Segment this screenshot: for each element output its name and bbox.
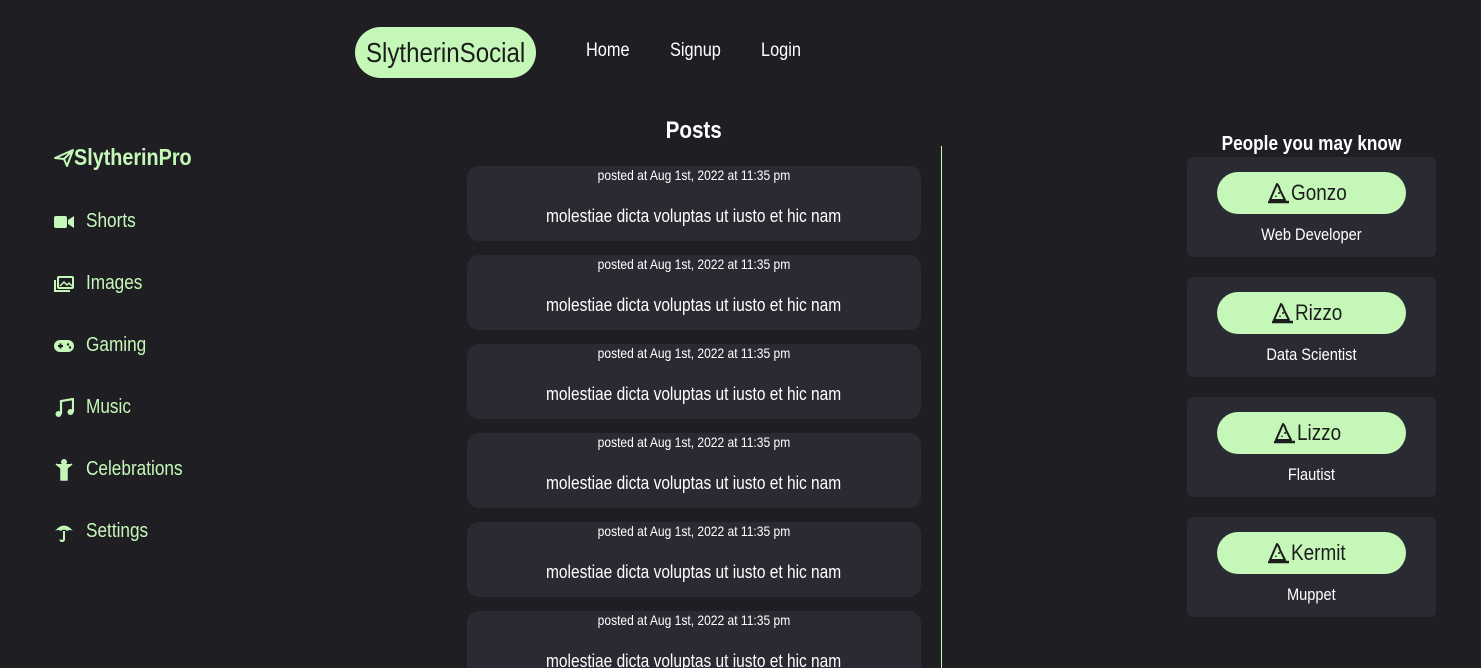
person-role: Data Scientist — [1266, 345, 1357, 364]
person-card: Rizzo Data Scientist — [1187, 277, 1436, 377]
sidebar-title-label: SlytherinPro — [74, 144, 192, 170]
sidebar-item-label: Images — [86, 272, 143, 294]
person-name: Lizzo — [1297, 420, 1342, 445]
person-role: Web Developer — [1261, 225, 1362, 244]
sidebar-item-images[interactable]: Images — [54, 272, 152, 295]
sidebar-title[interactable]: SlytherinPro — [54, 144, 211, 171]
paper-plane-icon — [54, 148, 74, 168]
wizard-hat-icon — [1272, 302, 1294, 324]
person-profile-button[interactable]: Gonzo — [1217, 172, 1406, 214]
posts-heading: Posts — [665, 117, 723, 144]
post-card[interactable]: posted at Aug 1st, 2022 at 11:35 pm mole… — [467, 522, 921, 597]
sidebar-item-shorts[interactable]: Shorts — [54, 210, 144, 233]
sidebar-item-label: Celebrations — [86, 458, 183, 480]
post-timestamp: posted at Aug 1st, 2022 at 11:35 pm — [597, 167, 791, 183]
person-name: Kermit — [1291, 540, 1346, 565]
nav-login-label: Login — [761, 40, 801, 61]
column-divider — [941, 146, 942, 668]
person-role: Flautist — [1287, 465, 1336, 484]
post-text: molestiae dicta voluptas ut iusto et hic… — [546, 384, 842, 404]
sidebar-item-celebrations[interactable]: Celebrations — [54, 458, 198, 481]
person-card: Kermit Muppet — [1187, 517, 1436, 617]
person-role: Muppet — [1287, 585, 1336, 604]
wizard-hat-icon — [1268, 542, 1290, 564]
post-timestamp: posted at Aug 1st, 2022 at 11:35 pm — [597, 523, 791, 539]
sidebar-item-music[interactable]: Music — [54, 396, 138, 419]
sidebar-item-label: Music — [86, 396, 131, 418]
post-timestamp: posted at Aug 1st, 2022 at 11:35 pm — [597, 434, 791, 450]
child-icon — [54, 458, 74, 481]
nav-home-link[interactable]: Home — [586, 40, 637, 62]
post-card[interactable]: posted at Aug 1st, 2022 at 11:35 pm mole… — [467, 344, 921, 419]
wizard-hat-icon — [1267, 182, 1290, 204]
video-camera-icon — [54, 212, 74, 232]
brand-label: SlytherinSocial — [365, 36, 526, 68]
images-icon — [54, 274, 74, 294]
nav-login-link[interactable]: Login — [761, 40, 808, 62]
person-profile-button[interactable]: Kermit — [1217, 532, 1406, 574]
post-card[interactable]: posted at Aug 1st, 2022 at 11:35 pm mole… — [467, 166, 921, 241]
wizard-hat-icon — [1274, 422, 1296, 444]
post-text: molestiae dicta voluptas ut iusto et hic… — [546, 651, 842, 668]
post-card[interactable]: posted at Aug 1st, 2022 at 11:35 pm mole… — [467, 611, 921, 668]
sidebar-item-gaming[interactable]: Gaming — [54, 334, 156, 357]
nav-signup-label: Signup — [670, 40, 721, 61]
post-card[interactable]: posted at Aug 1st, 2022 at 11:35 pm mole… — [467, 255, 921, 330]
nav-signup-link[interactable]: Signup — [670, 40, 729, 62]
person-name: Gonzo — [1290, 180, 1347, 205]
person-name: Rizzo — [1295, 300, 1343, 325]
person-card: Lizzo Flautist — [1187, 397, 1436, 497]
post-timestamp: posted at Aug 1st, 2022 at 11:35 pm — [597, 612, 791, 628]
person-card: Gonzo Web Developer — [1187, 157, 1436, 257]
post-text: molestiae dicta voluptas ut iusto et hic… — [546, 295, 842, 315]
post-card[interactable]: posted at Aug 1st, 2022 at 11:35 pm mole… — [467, 433, 921, 508]
sidebar-item-settings[interactable]: Settings — [54, 520, 158, 543]
person-profile-button[interactable]: Rizzo — [1217, 292, 1406, 334]
post-timestamp: posted at Aug 1st, 2022 at 11:35 pm — [597, 256, 791, 272]
sidebar-item-label: Settings — [86, 520, 149, 542]
post-text: molestiae dicta voluptas ut iusto et hic… — [546, 562, 842, 582]
post-text: molestiae dicta voluptas ut iusto et hic… — [546, 206, 842, 226]
umbrella-icon — [54, 522, 74, 542]
person-profile-button[interactable]: Lizzo — [1217, 412, 1406, 454]
brand-logo-button[interactable]: SlytherinSocial — [355, 27, 536, 78]
people-heading: People you may know — [1221, 133, 1402, 155]
gamepad-icon — [54, 336, 74, 356]
post-timestamp: posted at Aug 1st, 2022 at 11:35 pm — [597, 345, 791, 361]
sidebar-item-label: Gaming — [86, 334, 147, 356]
nav-home-label: Home — [586, 40, 630, 61]
post-text: molestiae dicta voluptas ut iusto et hic… — [546, 473, 842, 493]
music-note-icon — [54, 397, 74, 418]
sidebar-item-label: Shorts — [86, 210, 136, 232]
